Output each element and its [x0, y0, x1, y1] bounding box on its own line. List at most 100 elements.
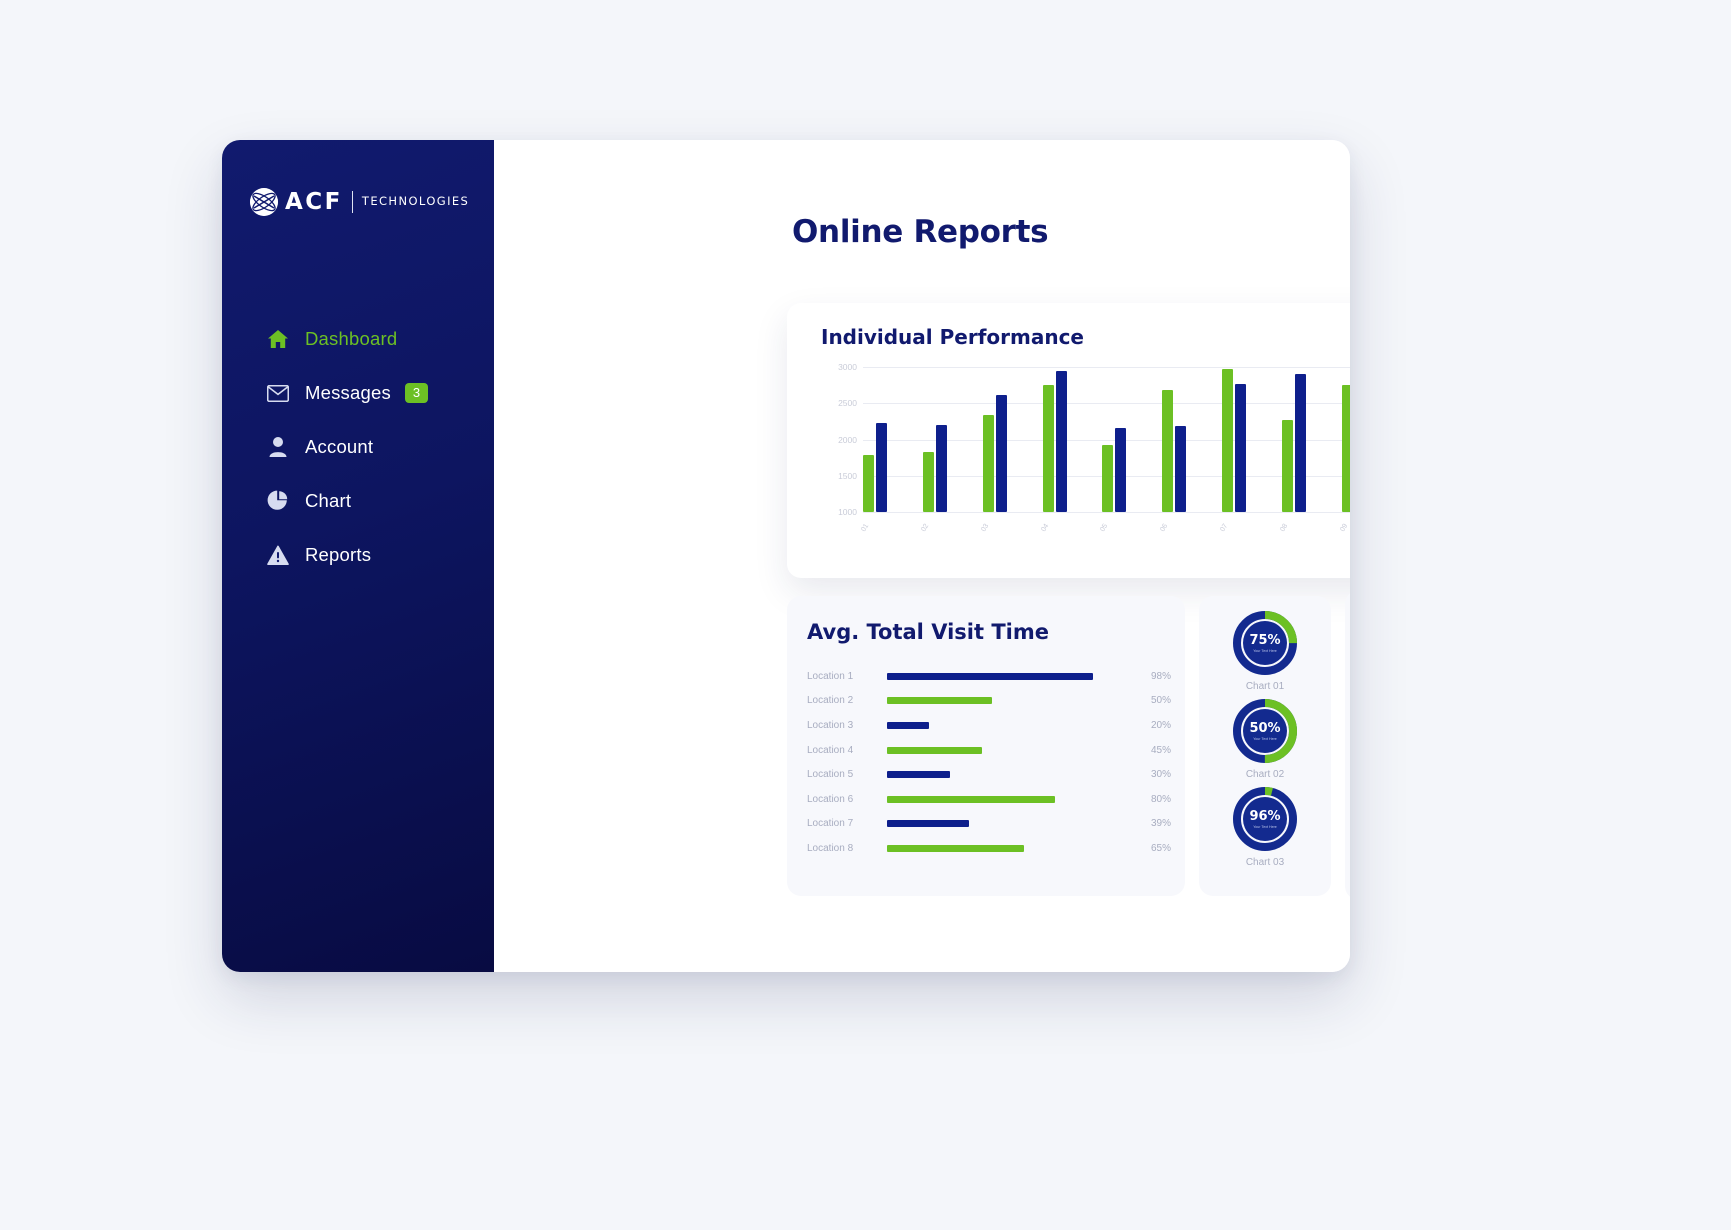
bar	[1222, 369, 1234, 512]
location-percent: 65%	[1150, 842, 1171, 854]
bar-track	[887, 844, 1129, 852]
x-axis-tick: 04	[1039, 522, 1050, 534]
card-title: Avg. Total Visit Time	[807, 620, 1049, 644]
y-axis: 3000 2500 2000 1500 1000	[815, 363, 861, 516]
location-label: Location 7	[807, 818, 854, 830]
bar	[1294, 374, 1306, 512]
bar-group	[1281, 374, 1306, 512]
y-axis-tick: 2000	[838, 434, 857, 445]
location-label: Location 3	[807, 719, 854, 731]
list-item: Location 1 98%	[807, 664, 1171, 689]
location-percent: 98%	[1150, 670, 1171, 682]
bar	[1102, 444, 1114, 512]
avg-total-service-time-card: Avg. Total service Time 18%32,5%12%20%17…	[1345, 590, 1350, 900]
bar-group	[982, 395, 1007, 512]
donut-ring: 50% Your Text Here	[1232, 698, 1298, 764]
bar-track	[887, 672, 1129, 680]
bar	[1115, 427, 1127, 512]
bar	[1162, 390, 1174, 512]
sidebar-nav: Dashboard Messages 3 Account Chart Repor…	[222, 312, 494, 582]
envelope-icon	[266, 381, 290, 405]
gauge-item[interactable]: 75% Your Text Here Chart 01	[1232, 610, 1298, 692]
sidebar-item-messages[interactable]: Messages 3	[222, 366, 494, 420]
gauge-value: 75%	[1249, 633, 1281, 648]
list-item: Location 2 50%	[807, 689, 1171, 714]
x-axis-tick: 03	[979, 522, 990, 534]
list-item: Location 7 39%	[807, 812, 1171, 837]
gauge-item[interactable]: 96% Your Text Here Chart 03	[1232, 786, 1298, 868]
bar-group	[863, 422, 887, 512]
bars-container	[863, 367, 1350, 512]
bar	[982, 414, 994, 512]
location-bar	[887, 721, 929, 729]
app-logo[interactable]: ACF TECHNOLOGIES	[250, 188, 494, 216]
list-item: Location 5 30%	[807, 762, 1171, 787]
individual-performance-card: Individual Performance 3000 2500 2000 1500 1…	[787, 303, 1350, 578]
sidebar-item-reports[interactable]: Reports	[222, 528, 494, 582]
logo-divider	[351, 191, 353, 213]
gauge-center: 96% Your Text Here	[1243, 797, 1287, 841]
location-bar	[887, 746, 982, 754]
messages-badge: 3	[404, 382, 429, 404]
sidebar-item-dashboard[interactable]: Dashboard	[222, 312, 494, 366]
bar-track	[887, 697, 1129, 705]
bar-track	[887, 771, 1129, 779]
location-percent: 20%	[1150, 719, 1171, 731]
list-item: Location 4 45%	[807, 738, 1171, 763]
location-label: Location 4	[807, 744, 854, 756]
gauge-list: 75% Your Text Here Chart 01 50% Your Text He…	[1199, 596, 1331, 874]
location-bar	[887, 844, 1024, 852]
bar	[1281, 419, 1293, 512]
x-axis-labels: 0102030405060708091011121314	[860, 519, 1350, 549]
globe-icon	[250, 188, 278, 216]
sidebar-item-label: Dashboard	[305, 328, 398, 349]
location-percent: 30%	[1150, 769, 1171, 781]
list-item: Location 6 80%	[807, 787, 1171, 812]
page-title: Online Reports	[792, 214, 1049, 250]
bar-track	[887, 820, 1129, 828]
bar-group	[1042, 370, 1067, 512]
donut-ring: 96% Your Text Here	[1232, 786, 1298, 852]
sidebar-item-label: Reports	[305, 544, 372, 565]
x-axis-tick: 02	[920, 522, 931, 534]
location-bar	[887, 697, 992, 705]
main-content: Online Reports Individual Performance 30…	[494, 140, 1350, 972]
sidebar: ACF TECHNOLOGIES Dashboard Messages 3 Ac…	[222, 140, 494, 972]
y-axis-tick: 1000	[838, 506, 857, 517]
gauge-label: Chart 03	[1245, 857, 1285, 868]
bar-group	[1162, 390, 1187, 512]
location-percent: 45%	[1150, 744, 1171, 756]
bar-group	[1222, 369, 1247, 512]
avg-total-visit-time-card: Avg. Total Visit Time Location 1 98% Locat…	[787, 596, 1185, 896]
sidebar-item-label: Messages	[305, 382, 391, 403]
gauge-value: 96%	[1249, 809, 1281, 824]
location-label: Location 5	[807, 769, 854, 781]
bar	[1042, 385, 1054, 512]
gauges-card: 75% Your Text Here Chart 01 50% Your Text He…	[1199, 596, 1331, 896]
bar	[1235, 384, 1247, 512]
bar	[876, 422, 887, 512]
home-icon	[266, 327, 290, 351]
location-label: Location 6	[807, 793, 854, 805]
location-percent: 80%	[1150, 793, 1171, 805]
bar	[863, 455, 874, 512]
location-bar	[887, 771, 950, 779]
sidebar-item-account[interactable]: Account	[222, 420, 494, 474]
pie-chart-icon	[266, 489, 290, 513]
gauge-center: 50% Your Text Here	[1243, 709, 1287, 753]
location-list: Location 1 98% Location 2 50% Location 3 20% L…	[807, 664, 1171, 861]
gauge-label: Chart 02	[1245, 769, 1285, 780]
user-icon	[266, 435, 290, 459]
bar-group	[1341, 371, 1350, 512]
bar	[935, 425, 947, 512]
gauge-item[interactable]: 50% Your Text Here Chart 02	[1232, 698, 1298, 780]
bar	[1175, 425, 1187, 512]
x-axis-tick: 08	[1279, 522, 1290, 534]
sidebar-item-chart[interactable]: Chart	[222, 474, 494, 528]
x-axis-tick: 01	[860, 522, 871, 534]
bar	[995, 395, 1007, 512]
gauge-subtext: Your Text Here	[1253, 737, 1277, 741]
location-label: Location 1	[807, 670, 854, 682]
location-bar	[887, 795, 1055, 803]
gauge-label: Chart 01	[1245, 681, 1285, 692]
